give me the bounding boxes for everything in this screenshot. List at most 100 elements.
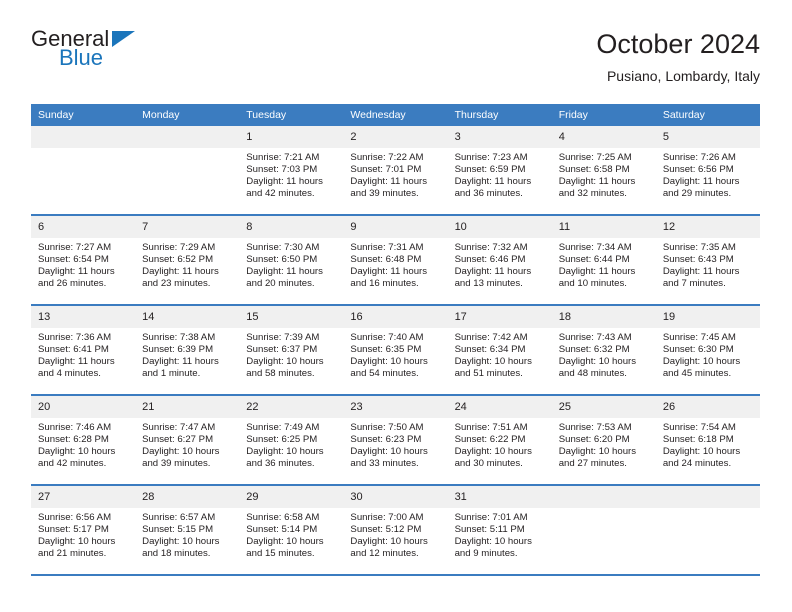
sunrise-text: Sunrise: 7:45 AM: [662, 332, 736, 343]
calendar-body: 1 Sunrise: 7:21 AM Sunset: 7:03 PM Daylight…: [31, 126, 760, 576]
calendar-day-cell[interactable]: 20 Sunrise: 7:46 AM Sunset: 6:28 PM Dayligh…: [31, 395, 136, 486]
calendar-day-cell[interactable]: 7 Sunrise: 7:29 AM Sunset: 6:52 PM Daylight…: [135, 215, 240, 306]
daylight-text-line1: Daylight: 10 hours: [350, 355, 428, 367]
day-cell-inner: [31, 126, 136, 214]
sunset-text: Sunset: 6:37 PM: [246, 343, 318, 355]
calendar-week-row: 1 Sunrise: 7:21 AM Sunset: 7:03 PM Daylight…: [31, 126, 760, 216]
weekday-header-tuesday: Tuesday: [239, 104, 344, 126]
calendar-week-row: 20 Sunrise: 7:46 AM Sunset: 6:28 PM Dayligh…: [31, 395, 760, 486]
day-number: 17: [447, 306, 552, 328]
daylight-text-line2: and 58 minutes.: [246, 367, 315, 379]
day-number: 12: [655, 216, 760, 238]
daylight-text-line1: Daylight: 10 hours: [246, 445, 324, 457]
calendar-day-cell[interactable]: 14 Sunrise: 7:38 AM Sunset: 6:39 PM Dayligh…: [135, 305, 240, 396]
day-details: Sunrise: 7:51 AM Sunset: 6:22 PM Daylight:…: [448, 418, 552, 470]
calendar-day-cell[interactable]: 10 Sunrise: 7:32 AM Sunset: 6:46 PM Dayligh…: [447, 215, 552, 306]
day-number: 16: [343, 306, 448, 328]
sunrise-text: Sunrise: 7:38 AM: [142, 332, 216, 343]
day-number: 15: [239, 306, 344, 328]
calendar-day-cell[interactable]: 6 Sunrise: 7:27 AM Sunset: 6:54 PM Daylight…: [31, 215, 136, 306]
sunset-text: Sunset: 6:43 PM: [662, 253, 734, 265]
calendar-day-cell[interactable]: 8 Sunrise: 7:30 AM Sunset: 6:50 PM Daylight…: [239, 215, 344, 306]
day-details: Sunrise: 7:49 AM Sunset: 6:25 PM Daylight:…: [239, 418, 343, 470]
calendar-day-cell[interactable]: 19 Sunrise: 7:45 AM Sunset: 6:30 PM Dayligh…: [655, 305, 760, 396]
day-cell-inner: 24 Sunrise: 7:51 AM Sunset: 6:22 PM Dayligh…: [447, 396, 552, 484]
daylight-text-line2: and 16 minutes.: [350, 277, 419, 289]
sunrise-text: Sunrise: 7:29 AM: [142, 242, 216, 253]
daylight-text-line1: Daylight: 11 hours: [558, 265, 636, 277]
day-details: Sunrise: 7:54 AM Sunset: 6:18 PM Daylight:…: [656, 418, 760, 470]
calendar-day-cell[interactable]: 12 Sunrise: 7:35 AM Sunset: 6:43 PM Dayligh…: [655, 215, 760, 306]
day-cell-inner: 20 Sunrise: 7:46 AM Sunset: 6:28 PM Dayligh…: [31, 396, 136, 484]
day-cell-inner: 28 Sunrise: 6:57 AM Sunset: 5:15 PM Dayligh…: [135, 486, 240, 574]
calendar-day-cell-empty: [135, 126, 240, 216]
daylight-text-line2: and 30 minutes.: [454, 457, 523, 469]
day-number: 20: [31, 396, 136, 418]
calendar-day-cell[interactable]: 15 Sunrise: 7:39 AM Sunset: 6:37 PM Dayligh…: [239, 305, 344, 396]
calendar-day-cell[interactable]: 28 Sunrise: 6:57 AM Sunset: 5:15 PM Dayligh…: [135, 485, 240, 576]
calendar-day-cell[interactable]: 25 Sunrise: 7:53 AM Sunset: 6:20 PM Dayligh…: [551, 395, 656, 486]
calendar-day-cell[interactable]: 23 Sunrise: 7:50 AM Sunset: 6:23 PM Dayligh…: [343, 395, 448, 486]
sunrise-text: Sunrise: 7:31 AM: [350, 242, 424, 253]
day-number: 30: [343, 486, 448, 508]
weekday-header-friday: Friday: [551, 104, 656, 126]
day-number: 25: [551, 396, 656, 418]
day-cell-inner: 3 Sunrise: 7:23 AM Sunset: 6:59 PM Daylight…: [447, 126, 552, 214]
calendar-day-cell[interactable]: 27 Sunrise: 6:56 AM Sunset: 5:17 PM Dayligh…: [31, 485, 136, 576]
day-details: Sunrise: 6:58 AM Sunset: 5:14 PM Daylight:…: [239, 508, 343, 560]
calendar-day-cell[interactable]: 4 Sunrise: 7:25 AM Sunset: 6:58 PM Daylight…: [551, 126, 656, 216]
day-number: 14: [135, 306, 240, 328]
sunrise-text: Sunrise: 7:32 AM: [454, 242, 528, 253]
day-cell-inner: 29 Sunrise: 6:58 AM Sunset: 5:14 PM Dayligh…: [239, 486, 344, 574]
calendar-page: General Blue October 2024 Pusiano, Lomba…: [0, 0, 792, 612]
calendar-day-cell[interactable]: 9 Sunrise: 7:31 AM Sunset: 6:48 PM Daylight…: [343, 215, 448, 306]
daylight-text-line2: and 36 minutes.: [454, 187, 523, 199]
sunset-text: Sunset: 6:20 PM: [558, 433, 630, 445]
day-number: 1: [239, 126, 344, 148]
day-details: Sunrise: 7:47 AM Sunset: 6:27 PM Daylight:…: [135, 418, 239, 470]
day-number: 31: [447, 486, 552, 508]
calendar-day-cell[interactable]: 24 Sunrise: 7:51 AM Sunset: 6:22 PM Dayligh…: [447, 395, 552, 486]
day-cell-inner: 25 Sunrise: 7:53 AM Sunset: 6:20 PM Dayligh…: [551, 396, 656, 484]
daylight-text-line1: Daylight: 10 hours: [246, 355, 324, 367]
daylight-text-line2: and 33 minutes.: [350, 457, 419, 469]
general-blue-logo[interactable]: General Blue: [31, 28, 331, 88]
calendar-day-cell[interactable]: 29 Sunrise: 6:58 AM Sunset: 5:14 PM Dayligh…: [239, 485, 344, 576]
calendar-day-cell-empty: [655, 485, 760, 576]
calendar-day-cell[interactable]: 16 Sunrise: 7:40 AM Sunset: 6:35 PM Dayligh…: [343, 305, 448, 396]
sunrise-text: Sunrise: 7:40 AM: [350, 332, 424, 343]
calendar-day-cell[interactable]: 22 Sunrise: 7:49 AM Sunset: 6:25 PM Dayligh…: [239, 395, 344, 486]
daylight-text-line2: and 42 minutes.: [38, 457, 107, 469]
calendar-day-cell[interactable]: 5 Sunrise: 7:26 AM Sunset: 6:56 PM Daylight…: [655, 126, 760, 216]
calendar-day-cell[interactable]: 2 Sunrise: 7:22 AM Sunset: 7:01 PM Daylight…: [343, 126, 448, 216]
day-details: Sunrise: 7:50 AM Sunset: 6:23 PM Daylight:…: [343, 418, 447, 470]
sunrise-text: Sunrise: 7:00 AM: [350, 512, 424, 523]
calendar-day-cell[interactable]: 31 Sunrise: 7:01 AM Sunset: 5:11 PM Dayligh…: [447, 485, 552, 576]
day-details: Sunrise: 7:25 AM Sunset: 6:58 PM Daylight:…: [552, 148, 656, 200]
day-details: Sunrise: 7:22 AM Sunset: 7:01 PM Daylight:…: [343, 148, 447, 200]
sunrise-text: Sunrise: 7:35 AM: [662, 242, 736, 253]
day-cell-inner: 2 Sunrise: 7:22 AM Sunset: 7:01 PM Daylight…: [343, 126, 448, 214]
calendar-day-cell[interactable]: 3 Sunrise: 7:23 AM Sunset: 6:59 PM Daylight…: [447, 126, 552, 216]
daylight-text-line1: Daylight: 10 hours: [662, 445, 741, 457]
day-cell-inner: 16 Sunrise: 7:40 AM Sunset: 6:35 PM Dayligh…: [343, 306, 448, 394]
calendar-day-cell[interactable]: 1 Sunrise: 7:21 AM Sunset: 7:03 PM Daylight…: [239, 126, 344, 216]
sunset-text: Sunset: 6:44 PM: [558, 253, 630, 265]
sunrise-text: Sunrise: 6:56 AM: [38, 512, 112, 523]
calendar-day-cell[interactable]: 13 Sunrise: 7:36 AM Sunset: 6:41 PM Dayligh…: [31, 305, 136, 396]
day-number: 4: [551, 126, 656, 148]
day-number: 2: [343, 126, 448, 148]
daylight-text-line1: Daylight: 10 hours: [142, 535, 220, 547]
day-number: 8: [239, 216, 344, 238]
day-number: 9: [343, 216, 448, 238]
daylight-text-line1: Daylight: 10 hours: [350, 445, 428, 457]
daylight-text-line1: Daylight: 11 hours: [38, 355, 115, 367]
calendar-day-cell[interactable]: 17 Sunrise: 7:42 AM Sunset: 6:34 PM Dayligh…: [447, 305, 552, 396]
calendar-day-cell[interactable]: 18 Sunrise: 7:43 AM Sunset: 6:32 PM Dayligh…: [551, 305, 656, 396]
calendar-day-cell[interactable]: 26 Sunrise: 7:54 AM Sunset: 6:18 PM Dayligh…: [655, 395, 760, 486]
calendar-day-cell[interactable]: 21 Sunrise: 7:47 AM Sunset: 6:27 PM Dayligh…: [135, 395, 240, 486]
daylight-text-line2: and 36 minutes.: [246, 457, 315, 469]
daylight-text-line1: Daylight: 10 hours: [38, 535, 116, 547]
calendar-day-cell[interactable]: 30 Sunrise: 7:00 AM Sunset: 5:12 PM Dayligh…: [343, 485, 448, 576]
calendar-day-cell[interactable]: 11 Sunrise: 7:34 AM Sunset: 6:44 PM Dayligh…: [551, 215, 656, 306]
